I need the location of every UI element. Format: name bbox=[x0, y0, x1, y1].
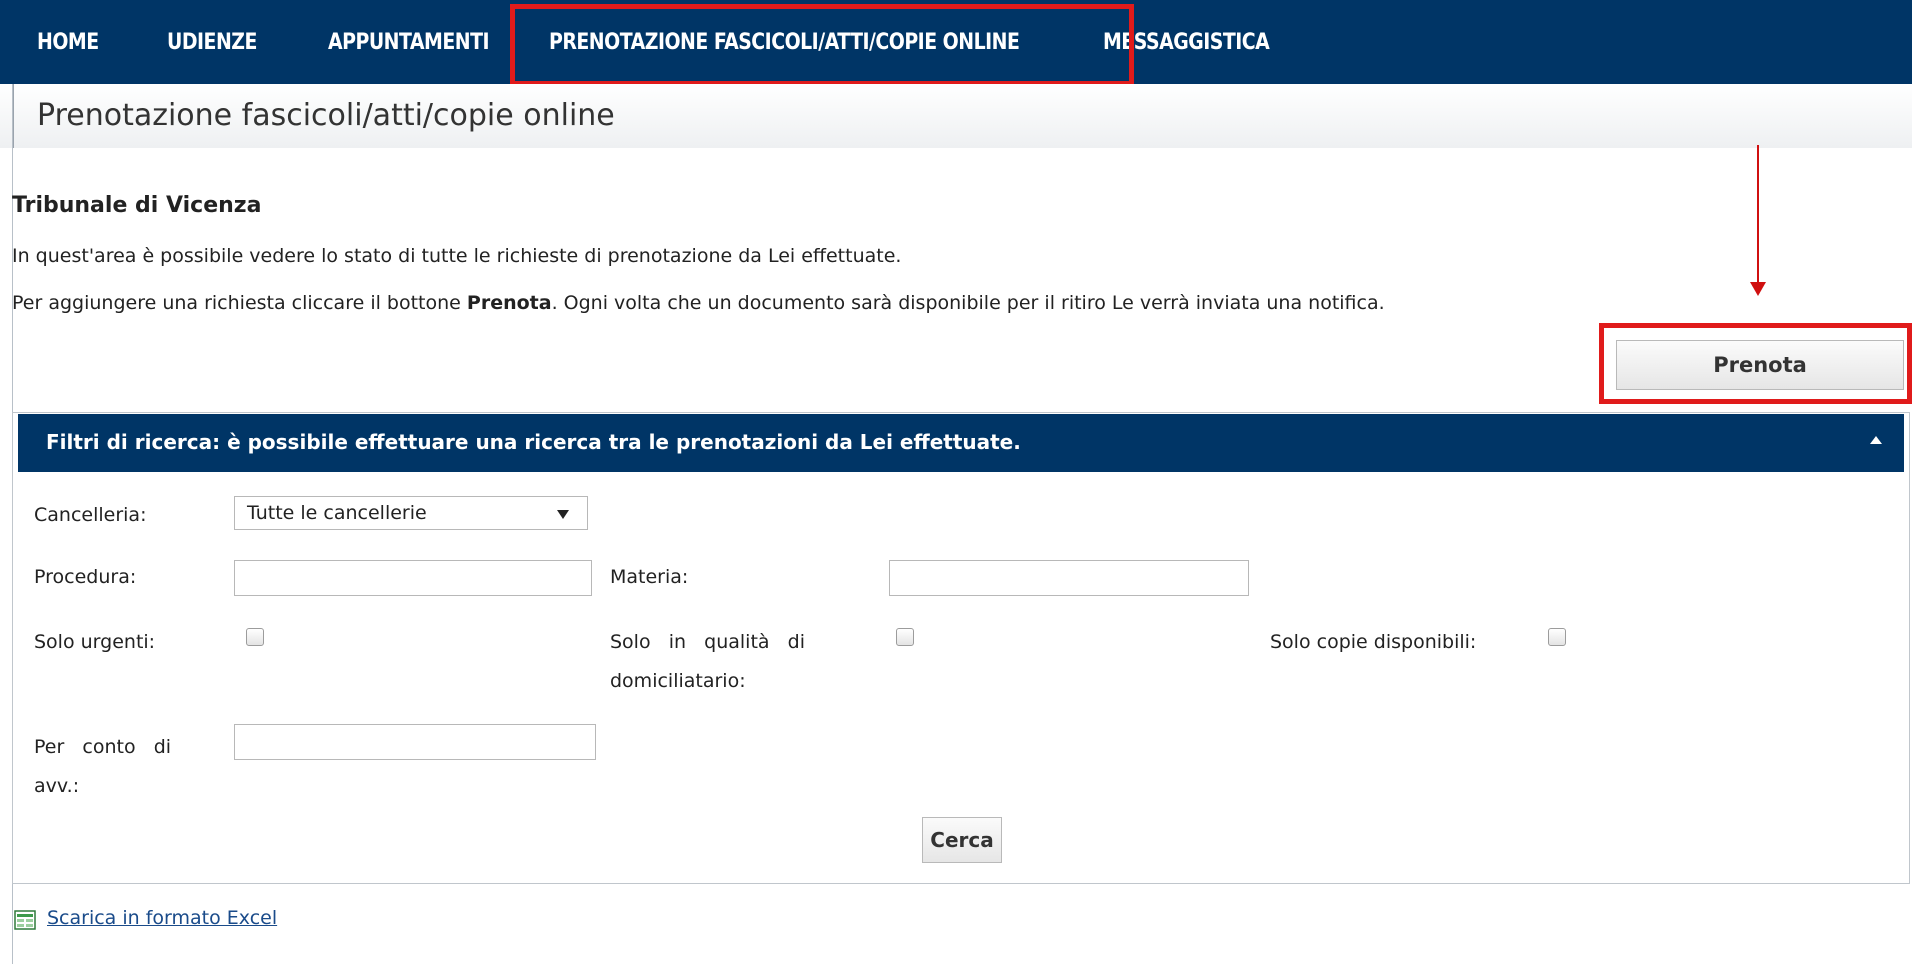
annotation-arrow-head bbox=[1750, 282, 1766, 296]
filter-panel bbox=[12, 412, 1910, 884]
urgenti-checkbox[interactable] bbox=[246, 628, 264, 646]
per-conto-input[interactable] bbox=[234, 724, 596, 760]
per-conto-label-line1: Per conto di bbox=[34, 736, 172, 758]
cerca-button[interactable]: Cerca bbox=[922, 817, 1002, 863]
instructions-text: Per aggiungere una richiesta cliccare il… bbox=[12, 292, 1385, 314]
materia-input[interactable] bbox=[889, 560, 1249, 596]
nav-appuntamenti[interactable]: APPUNTAMENTI bbox=[328, 30, 490, 55]
highlight-box-nav bbox=[510, 4, 1134, 86]
annotation-arrow-line bbox=[1757, 145, 1759, 285]
highlight-box-prenota bbox=[1599, 323, 1912, 404]
collapse-caret-icon[interactable] bbox=[1870, 436, 1882, 444]
cancelleria-label: Cancelleria: bbox=[34, 504, 147, 526]
page-title: Prenotazione fascicoli/atti/copie online bbox=[37, 98, 615, 133]
excel-file-icon bbox=[14, 910, 36, 930]
procedura-label: Procedura: bbox=[34, 566, 137, 588]
domiciliatario-label-line2: domiciliatario: bbox=[610, 670, 746, 692]
nav-home[interactable]: HOME bbox=[37, 30, 118, 55]
section-title: Tribunale di Vicenza bbox=[12, 193, 262, 218]
nav-udienze[interactable]: UDIENZE bbox=[167, 30, 275, 55]
domiciliatario-checkbox[interactable] bbox=[896, 628, 914, 646]
download-excel-link[interactable]: Scarica in formato Excel bbox=[47, 907, 277, 929]
copie-disponibili-label: Solo copie disponibili: bbox=[1270, 631, 1477, 653]
filter-panel-title: Filtri di ricerca: è possibile effettuar… bbox=[46, 430, 1021, 454]
per-conto-label-line2: avv.: bbox=[34, 775, 80, 797]
instructions-bold: Prenota bbox=[466, 292, 552, 314]
filter-panel-header[interactable]: Filtri di ricerca: è possibile effettuar… bbox=[18, 414, 1904, 472]
domiciliatario-label-line1: Solo in qualità di bbox=[610, 631, 806, 653]
materia-label: Materia: bbox=[610, 566, 689, 588]
procedura-input[interactable] bbox=[234, 560, 592, 596]
instructions-after: . Ogni volta che un documento sarà dispo… bbox=[551, 292, 1385, 314]
urgenti-label: Solo urgenti: bbox=[34, 631, 156, 653]
page-header: Prenotazione fascicoli/atti/copie online bbox=[0, 84, 1912, 148]
cancelleria-selected-value: Tutte le cancellerie bbox=[247, 502, 427, 524]
copie-disponibili-checkbox[interactable] bbox=[1548, 628, 1566, 646]
instructions-before: Per aggiungere una richiesta cliccare il… bbox=[12, 292, 467, 314]
intro-text: In quest'area è possibile vedere lo stat… bbox=[12, 245, 902, 267]
cancelleria-select[interactable]: Tutte le cancellerie bbox=[234, 496, 588, 530]
dropdown-arrow-icon bbox=[557, 510, 569, 519]
